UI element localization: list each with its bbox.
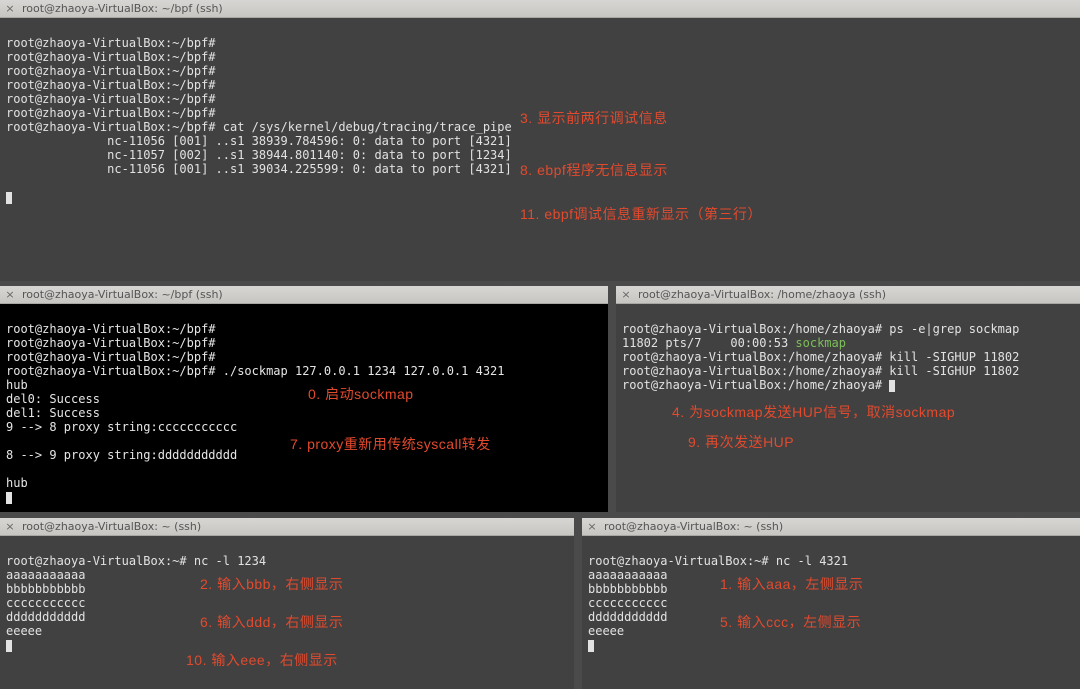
term-line: ccccccccccc [588, 596, 667, 610]
term-line: nc-11056 [001] ..s1 38939.784596: 0: dat… [6, 134, 512, 148]
term-line: del0: Success [6, 392, 100, 406]
title-text: root@zhaoya-VirtualBox: ~ (ssh) [604, 518, 783, 536]
term-line: ccccccccccc [6, 596, 85, 610]
term-line: bbbbbbbbbbb [588, 582, 667, 596]
term-line: root@zhaoya-VirtualBox:/home/zhaoya# kil… [622, 364, 1019, 378]
term-line: root@zhaoya-VirtualBox:~/bpf# [6, 336, 216, 350]
close-icon[interactable]: × [4, 3, 16, 15]
pane-mid-left-sockmap: × root@zhaoya-VirtualBox: ~/bpf (ssh) ro… [0, 286, 608, 512]
cursor [588, 640, 594, 652]
term-line: ddddddddddd [6, 610, 85, 624]
annotation-0: 0. 启动sockmap [308, 384, 414, 404]
pane-bot-right-nc4321: × root@zhaoya-VirtualBox: ~ (ssh) root@z… [582, 518, 1080, 689]
cursor [6, 492, 12, 504]
close-icon[interactable]: × [586, 521, 598, 533]
term-line: 11802 pts/7 00:00:53 sockmap [622, 336, 846, 350]
term-line: root@zhaoya-VirtualBox:~/bpf# [6, 350, 216, 364]
term-line: 9 --> 8 proxy string:ccccccccccc [6, 420, 237, 434]
titlebar-top: × root@zhaoya-VirtualBox: ~/bpf (ssh) [0, 0, 1080, 18]
term-line: root@zhaoya-VirtualBox:~/bpf# [6, 106, 216, 120]
titlebar-mid-right: × root@zhaoya-VirtualBox: /home/zhaoya (… [616, 286, 1080, 304]
term-line: ddddddddddd [588, 610, 667, 624]
term-line: root@zhaoya-VirtualBox:~/bpf# [6, 78, 216, 92]
annotation-5: 5. 输入ccc，左侧显示 [720, 612, 861, 632]
close-icon[interactable]: × [620, 289, 632, 301]
term-line: hub [6, 476, 28, 490]
term-line: bbbbbbbbbbb [6, 582, 85, 596]
annotation-8: 8. ebpf程序无信息显示 [520, 160, 668, 180]
term-line: root@zhaoya-VirtualBox:~# nc -l 4321 [588, 554, 848, 568]
term-line: root@zhaoya-VirtualBox:/home/zhaoya# ps … [622, 322, 1019, 336]
annotation-11: 11. ebpf调试信息重新显示（第三行） [520, 204, 762, 224]
title-text: root@zhaoya-VirtualBox: ~/bpf (ssh) [22, 0, 223, 18]
annotation-10: 10. 输入eee，右侧显示 [186, 650, 338, 670]
cursor [889, 380, 895, 392]
annotation-3: 3. 显示前两行调试信息 [520, 108, 668, 128]
cursor [6, 192, 12, 204]
terminal-mid-left[interactable]: root@zhaoya-VirtualBox:~/bpf# root@zhaoy… [0, 304, 608, 512]
term-line: root@zhaoya-VirtualBox:/home/zhaoya# [622, 378, 895, 392]
term-line: root@zhaoya-VirtualBox:/home/zhaoya# kil… [622, 350, 1019, 364]
term-line: root@zhaoya-VirtualBox:~# nc -l 1234 [6, 554, 266, 568]
annotation-9: 9. 再次发送HUP [688, 432, 794, 452]
term-line: nc-11056 [001] ..s1 39034.225599: 0: dat… [6, 162, 512, 176]
titlebar-bot-left: × root@zhaoya-VirtualBox: ~ (ssh) [0, 518, 574, 536]
term-line: aaaaaaaaaaa [6, 568, 85, 582]
cursor [6, 640, 12, 652]
term-line: root@zhaoya-VirtualBox:~/bpf# [6, 36, 216, 50]
close-icon[interactable]: × [4, 289, 16, 301]
term-line: root@zhaoya-VirtualBox:~/bpf# cat /sys/k… [6, 120, 512, 134]
close-icon[interactable]: × [4, 521, 16, 533]
term-line: nc-11057 [002] ..s1 38944.801140: 0: dat… [6, 148, 512, 162]
annotation-2: 2. 输入bbb，右侧显示 [200, 574, 343, 594]
annotation-1: 1. 输入aaa，左侧显示 [720, 574, 863, 594]
grep-match: sockmap [795, 336, 846, 350]
titlebar-mid-left: × root@zhaoya-VirtualBox: ~/bpf (ssh) [0, 286, 608, 304]
term-line: aaaaaaaaaaa [588, 568, 667, 582]
title-text: root@zhaoya-VirtualBox: /home/zhaoya (ss… [638, 286, 886, 304]
annotation-6: 6. 输入ddd，右侧显示 [200, 612, 343, 632]
title-text: root@zhaoya-VirtualBox: ~ (ssh) [22, 518, 201, 536]
annotation-4: 4. 为sockmap发送HUP信号，取消sockmap [672, 402, 955, 422]
annotation-7: 7. proxy重新用传统syscall转发 [290, 434, 491, 454]
term-line: root@zhaoya-VirtualBox:~/bpf# [6, 322, 216, 336]
term-line: del1: Success [6, 406, 100, 420]
pane-bot-left-nc1234: × root@zhaoya-VirtualBox: ~ (ssh) root@z… [0, 518, 574, 689]
term-line: eeeee [6, 624, 42, 638]
term-line: 8 --> 9 proxy string:ddddddddddd [6, 448, 237, 462]
term-line: root@zhaoya-VirtualBox:~/bpf# [6, 50, 216, 64]
pane-top-tracepipe: × root@zhaoya-VirtualBox: ~/bpf (ssh) ro… [0, 0, 1080, 281]
term-line: eeeee [588, 624, 624, 638]
titlebar-bot-right: × root@zhaoya-VirtualBox: ~ (ssh) [582, 518, 1080, 536]
term-line: root@zhaoya-VirtualBox:~/bpf# [6, 92, 216, 106]
term-line: root@zhaoya-VirtualBox:~/bpf# [6, 64, 216, 78]
term-line: hub [6, 378, 28, 392]
term-line: root@zhaoya-VirtualBox:~/bpf# ./sockmap … [6, 364, 505, 378]
terminal-top[interactable]: root@zhaoya-VirtualBox:~/bpf# root@zhaoy… [0, 18, 1080, 281]
title-text: root@zhaoya-VirtualBox: ~/bpf (ssh) [22, 286, 223, 304]
pane-mid-right-kill: × root@zhaoya-VirtualBox: /home/zhaoya (… [616, 286, 1080, 512]
